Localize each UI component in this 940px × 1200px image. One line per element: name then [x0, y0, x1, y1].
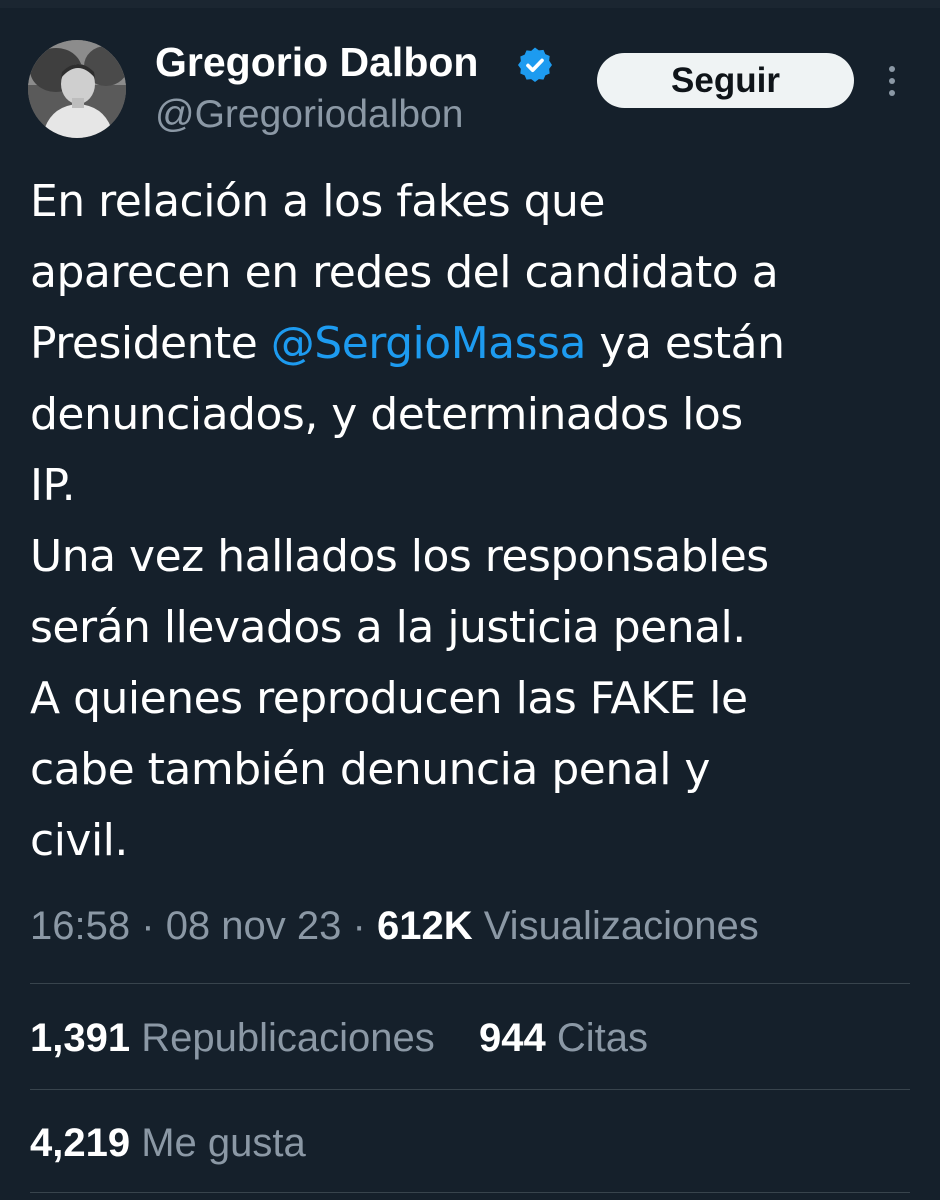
divider [30, 1089, 910, 1090]
meta-separator: · [352, 904, 366, 948]
top-edge-bar [0, 0, 940, 8]
follow-button[interactable]: Seguir [597, 53, 854, 108]
tweet-meta: 16:58 · 08 nov 23 · 612K Visualizaciones [30, 898, 759, 954]
likes-stat[interactable]: 4,219 Me gusta [30, 1121, 306, 1165]
tweet-line: aparecen en redes del candidato a [30, 247, 779, 298]
verified-badge-icon [518, 47, 552, 82]
tweet-line-text: ya están [585, 318, 785, 369]
views-label: Visualizaciones [483, 904, 759, 948]
tweet-text: En relación a los fakes que aparecen en … [30, 166, 920, 876]
likes-stats-row: 4,219 Me gusta [30, 1115, 306, 1171]
quotes-stat[interactable]: 944 Citas [479, 1016, 648, 1060]
likes-count: 4,219 [30, 1121, 131, 1165]
tweet-time[interactable]: 16:58 [30, 904, 130, 948]
more-vertical-icon[interactable] [880, 62, 904, 100]
engagement-stats-row: 1,391 Republicaciones 944 Citas [30, 1010, 648, 1066]
reposts-stat[interactable]: 1,391 Republicaciones [30, 1016, 435, 1060]
reposts-label: Republicaciones [141, 1016, 435, 1060]
tweet-line: cabe también denuncia penal y [30, 744, 710, 795]
likes-label: Me gusta [141, 1121, 306, 1165]
tweet-date[interactable]: 08 nov 23 [166, 904, 342, 948]
reposts-count: 1,391 [30, 1016, 131, 1060]
divider [30, 983, 910, 984]
tweet-line-text: Presidente [30, 318, 271, 369]
tweet-line: Una vez hallados los responsables [30, 531, 769, 582]
quotes-count: 944 [479, 1016, 546, 1060]
mention-link[interactable]: @SergioMassa [271, 318, 587, 369]
tweet-line: En relación a los fakes que [30, 176, 606, 227]
avatar-photo [28, 40, 126, 138]
author-name[interactable]: Gregorio Dalbon [155, 38, 478, 86]
meta-separator: · [141, 904, 155, 948]
tweet-line: A quienes reproducen las FAKE le [30, 673, 748, 724]
tweet-line: IP. [30, 460, 76, 511]
author-handle[interactable]: @Gregoriodalbon [155, 92, 463, 138]
avatar[interactable] [28, 40, 126, 138]
divider [30, 1192, 910, 1193]
tweet-line: civil. [30, 815, 128, 866]
tweet-line: denunciados, y determinados los [30, 389, 743, 440]
views-count: 612K [376, 904, 473, 948]
tweet-line: Presidente @SergioMassa ya están [30, 308, 920, 379]
tweet-line: serán llevados a la justicia penal. [30, 602, 746, 653]
quotes-label: Citas [556, 1016, 649, 1060]
views-label [473, 904, 484, 948]
